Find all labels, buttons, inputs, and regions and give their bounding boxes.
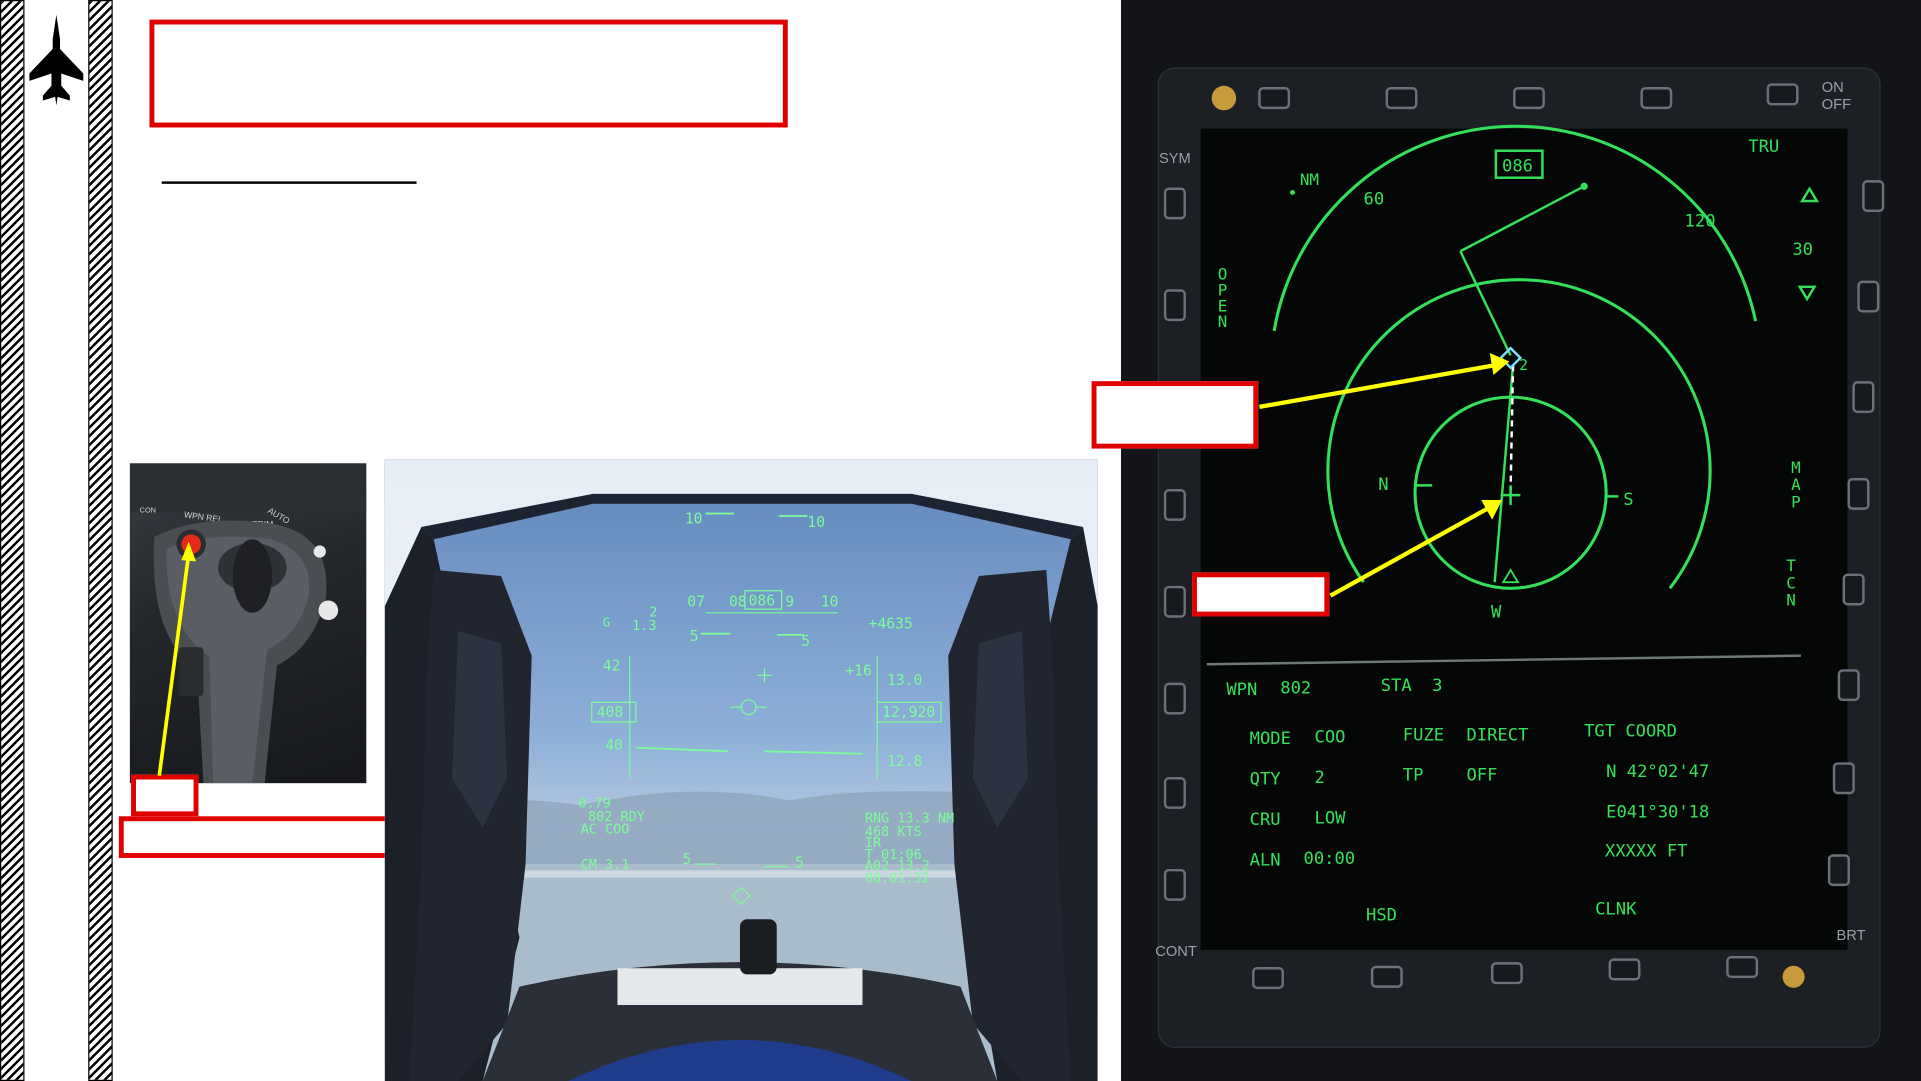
brightness-knob-icon[interactable] <box>1211 85 1237 111</box>
jet-silhouette-icon <box>29 14 84 106</box>
mfd-aln: ALN <box>1250 850 1281 870</box>
hud-weapon-3: AC COO <box>581 821 630 837</box>
mfd-aln-val: 00:00 <box>1304 849 1356 869</box>
hud-pitch-low-right: 5 <box>795 855 804 872</box>
mfd-heading-box: 086 <box>1502 157 1533 177</box>
hud-weapon-4: CM 3.1 <box>581 857 630 873</box>
mfd-sta-val: 3 <box>1432 676 1442 696</box>
hud-alt-scale-bottom: 12.8 <box>887 753 922 770</box>
hud-alt-box: 12,920 <box>882 704 935 721</box>
mfd-sta: STA <box>1381 676 1413 696</box>
hud-speed-box: 408 <box>597 704 624 721</box>
mfd-compass-60: 60 <box>1364 190 1385 210</box>
mfd-sym-label: SYM <box>1159 151 1191 167</box>
mfd-card-s: S <box>1623 490 1633 510</box>
hud-heading-value: 086 <box>749 592 776 609</box>
range-down-icon[interactable] <box>1797 285 1817 302</box>
range-up-icon[interactable] <box>1800 186 1820 203</box>
mfd-elev: XXXXX FT <box>1605 842 1688 862</box>
hud-alt-readout: +4635 <box>869 616 913 633</box>
hud-view: 10 10 07 08 086 9 10 G 2 1.3 +4635 5 5 +… <box>384 459 1098 1081</box>
subtitle-underline <box>161 181 417 184</box>
mfd-off-label: OFF <box>1822 97 1851 113</box>
hud-vsi: +16 <box>845 662 872 679</box>
hud-alt-scale-top: 13.0 <box>887 672 922 689</box>
mfd-mode-val: COO <box>1315 728 1346 748</box>
hud-time2: 08:01:32 <box>865 870 930 886</box>
mfd-clnk[interactable]: CLNK <box>1595 899 1637 919</box>
mfd-fuze-val: DIRECT <box>1466 725 1528 745</box>
mfd-cru: CRU <box>1250 810 1281 830</box>
mfd-tru: TRU <box>1748 137 1779 157</box>
mfd-fuze: FUZE <box>1403 725 1444 745</box>
mfd-tcn-n: N <box>1786 590 1796 609</box>
mfd-lat: N 42°02'47 <box>1606 762 1709 782</box>
mfd-brt-label: BRT <box>1836 928 1865 944</box>
stick-arrow <box>157 541 197 777</box>
hud-g-value: 1.3 <box>632 618 656 634</box>
mfd-wpn: WPN <box>1226 680 1257 700</box>
mfd-on-label: ON <box>1822 80 1844 96</box>
hud-pitch-top-right: 10 <box>807 514 825 531</box>
mfd-open-n: N <box>1218 312 1228 331</box>
mfd-qty-val: 2 <box>1315 768 1325 788</box>
hud-g-label: G <box>603 615 610 629</box>
contrast-knob-icon[interactable] <box>1782 965 1805 988</box>
hud-pitch-top-left: 10 <box>685 510 703 527</box>
waypoint-callout <box>1091 381 1259 449</box>
mfd-qty: QTY <box>1250 769 1282 789</box>
hud-heading-10: 10 <box>821 594 839 611</box>
mfd-mode: MODE <box>1250 729 1291 749</box>
mfd-map-a: A <box>1791 475 1801 494</box>
mfd-tp: TP <box>1403 766 1424 786</box>
title-box <box>149 19 788 128</box>
mfd-range: 30 <box>1792 240 1813 260</box>
mfd-on-off: ON OFF <box>1822 80 1851 113</box>
mfd-tcn-c: C <box>1786 573 1796 592</box>
hud-heading-9: 9 <box>785 594 794 611</box>
hud-pitch-mid-right: 5 <box>801 633 810 650</box>
mfd-hsd[interactable]: HSD <box>1366 905 1397 925</box>
mfd-cont-label: CONT <box>1155 944 1197 960</box>
hud-heading-07: 07 <box>687 594 705 611</box>
hud-speed-bottom: 40 <box>605 737 623 754</box>
right-hatch-bar <box>88 0 113 1081</box>
mfd-arrows <box>1259 352 1510 598</box>
mfd-tcn-t: T <box>1786 556 1796 575</box>
mfd-tgt-coord: TGT COORD <box>1584 722 1677 742</box>
hud-speed-top: 42 <box>603 657 621 674</box>
mfd-tp-val: OFF <box>1466 766 1497 786</box>
mfd-lon: E041°30'18 <box>1606 802 1709 822</box>
mfd-map-p: P <box>1791 492 1801 511</box>
hud-heading-08: 08 <box>729 594 747 611</box>
mfd-wpn-val: 802 <box>1280 679 1311 699</box>
left-hatch-bar <box>0 0 25 1081</box>
hud-pitch-mid-left: 5 <box>690 628 699 645</box>
mfd-nm: NM <box>1300 170 1319 189</box>
mfd-cru-val: LOW <box>1315 809 1347 829</box>
slide: WPN REL AUTO TRIM CON <box>0 0 1921 1081</box>
hud-pitch-low-left: 5 <box>682 851 691 868</box>
